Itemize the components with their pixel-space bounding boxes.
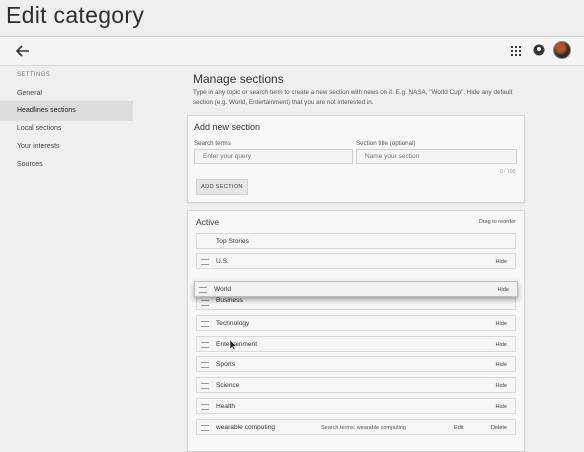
drag-hint: Drag to reorder [478, 219, 516, 225]
section-name: Technology [216, 320, 250, 327]
character-counter: 0 / 100 [500, 169, 516, 175]
sidebar-item-label: Sources [17, 161, 43, 168]
drag-handle-icon[interactable] [201, 362, 209, 368]
section-row-entertainment[interactable]: Entertainment Hide [196, 336, 516, 352]
drag-handle-icon[interactable] [201, 259, 209, 265]
mouse-cursor-icon [229, 339, 237, 351]
avatar[interactable] [553, 41, 571, 59]
section-name: U.S. [216, 258, 229, 265]
hide-button[interactable]: Hide [495, 342, 507, 348]
section-row-top-stories: Top Stories [196, 233, 516, 249]
sidebar-item-label: Your interests [17, 143, 60, 150]
section-title-input[interactable] [356, 149, 517, 164]
sidebar-item-label: General [17, 90, 42, 97]
page-title: Edit category [6, 2, 145, 28]
hide-button[interactable]: Hide [495, 259, 507, 265]
section-row-sports[interactable]: Sports Hide [196, 356, 516, 372]
section-name: wearable computing [216, 424, 276, 431]
drag-handle-icon[interactable] [201, 383, 209, 389]
back-arrow-icon[interactable] [14, 44, 30, 58]
sidebar-item-your-interests[interactable]: Your interests [0, 137, 133, 157]
section-name: Health [216, 403, 236, 410]
drag-handle-icon[interactable] [201, 300, 209, 306]
hide-button[interactable]: Hide [495, 383, 507, 389]
section-row-science[interactable]: Science Hide [196, 377, 516, 393]
active-title: Active [196, 217, 220, 227]
apps-grid-icon[interactable] [510, 45, 522, 57]
section-row-world-dragging[interactable]: World Hide [194, 281, 518, 297]
delete-button[interactable]: Delete [491, 425, 507, 431]
drag-handle-icon[interactable] [201, 321, 209, 327]
section-name: Top Stories [216, 238, 249, 245]
add-section-title: Add new section [194, 122, 261, 132]
drag-handle-icon[interactable] [201, 342, 209, 348]
section-name: Business [216, 297, 243, 304]
search-terms-label: Search terms [194, 140, 231, 147]
section-name: World [214, 286, 232, 293]
sidebar-item-headlines-sections[interactable]: Headlines sections [0, 101, 133, 121]
drag-handle-icon[interactable] [201, 404, 209, 410]
sidebar-item-sources[interactable]: Sources [0, 155, 133, 175]
section-title-label: Section title (optional) [356, 140, 416, 147]
sidebar-item-label: Local sections [17, 125, 62, 132]
drag-handle-icon[interactable] [201, 425, 209, 431]
add-section-card: Add new section Search terms Section tit… [187, 115, 525, 203]
edit-button[interactable]: Edit [454, 425, 464, 431]
hide-button[interactable]: Hide [497, 287, 509, 293]
drag-handle-icon[interactable] [199, 287, 207, 293]
active-sections-card: Active Drag to reorder Top Stories U.S. … [187, 210, 525, 452]
section-row-wearable-computing[interactable]: wearable computing Search terms: wearabl… [196, 419, 516, 435]
section-name: Science [216, 382, 240, 389]
sidebar-item-local-sections[interactable]: Local sections [0, 119, 133, 139]
top-toolbar [0, 37, 584, 66]
section-row-health[interactable]: Health Hide [196, 398, 516, 414]
sidebar-heading: SETTINGS [17, 72, 51, 78]
account-circle-icon[interactable] [533, 44, 545, 56]
section-name: Sports [216, 361, 236, 368]
settings-sidebar: SETTINGS General Headlines sections Loca… [0, 66, 170, 438]
hide-button[interactable]: Hide [495, 321, 507, 327]
sidebar-item-label: Headlines sections [17, 107, 76, 114]
search-terms-input[interactable] [194, 149, 353, 164]
section-row-us[interactable]: U.S. Hide [196, 253, 516, 269]
search-terms-meta: Search terms: wearable computing [321, 425, 406, 431]
hide-button[interactable]: Hide [495, 362, 507, 368]
add-section-button[interactable]: ADD SECTION [196, 179, 248, 195]
section-description: Type in any topic or search term to crea… [193, 89, 513, 106]
hide-button[interactable]: Hide [495, 404, 507, 410]
section-row-technology[interactable]: Technology Hide [196, 315, 516, 331]
section-heading: Manage sections [193, 72, 284, 86]
